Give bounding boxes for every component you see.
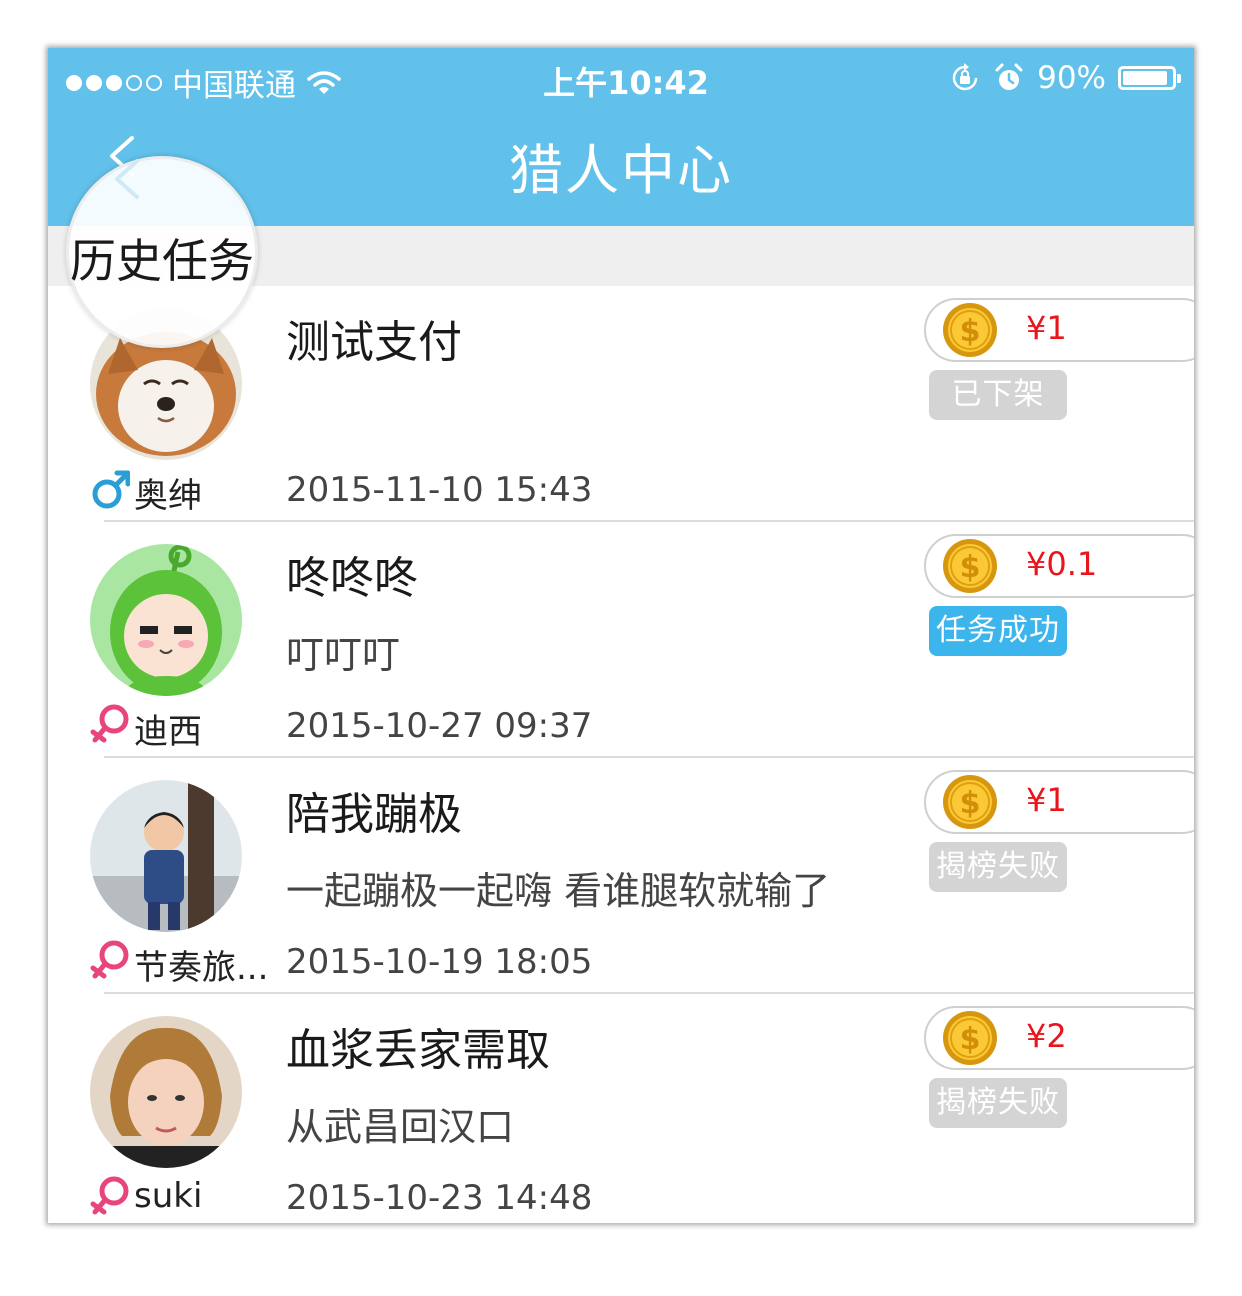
reward-amount: ¥0.1	[1026, 545, 1098, 583]
svg-text:$: $	[960, 550, 981, 585]
task-time: 2015-10-23 14:48	[286, 1178, 593, 1218]
status-badge: 揭榜失败	[929, 1078, 1067, 1128]
magnifier-highlight: 历史任务	[66, 156, 258, 348]
user-name: 节奏旅...	[134, 948, 269, 988]
user-name: 迪西	[134, 712, 202, 752]
task-title: 血浆丢家需取	[286, 1025, 550, 1076]
avatar[interactable]	[90, 780, 242, 932]
female-icon	[90, 938, 130, 984]
task-description: 从武昌回汉口	[286, 1105, 515, 1149]
reward-amount: ¥1	[1026, 781, 1067, 819]
coin-icon: $	[942, 774, 998, 830]
female-icon	[90, 1174, 130, 1220]
battery-percent: 90%	[1037, 60, 1106, 96]
svg-text:$: $	[960, 314, 981, 349]
task-time: 2015-11-10 15:43	[286, 470, 593, 510]
avatar[interactable]	[90, 1016, 242, 1168]
reward-pill: $ ¥2	[924, 1006, 1194, 1070]
user-name: suki	[134, 1176, 203, 1216]
reward-pill: $ ¥1	[924, 770, 1194, 834]
coin-icon: $	[942, 302, 998, 358]
reward-pill: $ ¥0.1	[924, 534, 1194, 598]
task-title: 陪我蹦极	[286, 789, 462, 840]
user-name: 奥绅	[134, 476, 202, 516]
task-description: 一起蹦极一起嗨 看谁腿软就输了	[286, 869, 831, 913]
section-title: 历史任务	[70, 234, 254, 288]
alarm-icon	[995, 63, 1023, 90]
task-description: 叮叮叮	[286, 633, 401, 677]
status-badge: 已下架	[929, 370, 1067, 420]
status-bar: 中国联通 上午10:42 90%	[48, 48, 1194, 108]
task-item[interactable]: suki 血浆丢家需取从武昌回汉口 2015-10-23 14:48 $ ¥2 揭榜失败	[48, 994, 1194, 1223]
back-arrow-icon-magnified	[115, 159, 139, 199]
coin-icon: $	[942, 1010, 998, 1066]
svg-text:$: $	[960, 1022, 981, 1057]
male-icon	[90, 466, 131, 512]
task-item[interactable]: 节奏旅... 陪我蹦极一起蹦极一起嗨 看谁腿软就输了 2015-10-19 18:0…	[48, 758, 1194, 994]
task-time: 2015-10-27 09:37	[286, 706, 593, 746]
battery-icon	[1118, 66, 1181, 90]
status-right: 90%	[949, 60, 1181, 96]
reward-amount: ¥1	[1026, 309, 1067, 347]
reward-pill: $ ¥1	[924, 298, 1194, 362]
reward-amount: ¥2	[1026, 1017, 1067, 1055]
status-badge: 揭榜失败	[929, 842, 1067, 892]
status-badge: 任务成功	[929, 606, 1067, 656]
svg-text:$: $	[960, 786, 981, 821]
task-title: 测试支付	[286, 317, 462, 368]
task-item[interactable]: 迪西 咚咚咚叮叮叮 2015-10-27 09:37 $ ¥0.1 任务成功	[48, 522, 1194, 758]
rotation-lock-icon	[952, 63, 978, 91]
coin-icon: $	[942, 538, 998, 594]
avatar[interactable]	[90, 544, 242, 696]
phone-screen: 中国联通 上午10:42 90% 猎人中心 奥绅 测试支付 2015-11-10…	[48, 48, 1194, 1223]
female-icon	[90, 702, 130, 748]
task-title: 咚咚咚	[286, 553, 418, 604]
task-time: 2015-10-19 18:05	[286, 942, 593, 982]
